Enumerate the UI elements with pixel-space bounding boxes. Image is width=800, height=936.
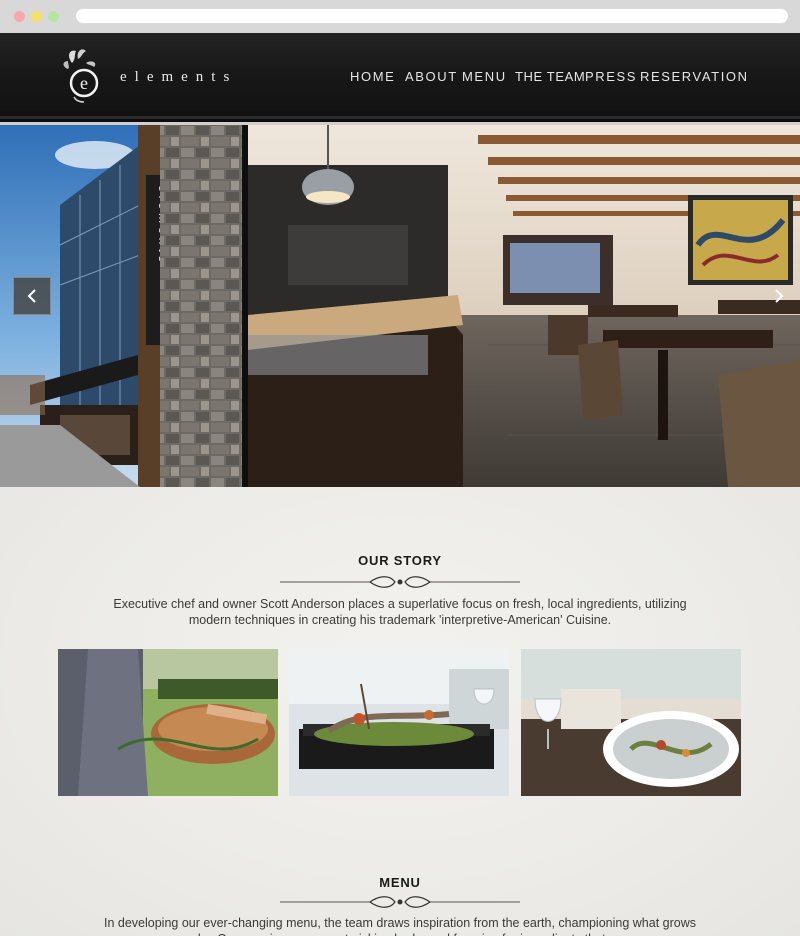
menu-section-text: In developing our ever-changing menu, th… <box>104 916 696 936</box>
svg-text:e: e <box>80 73 88 93</box>
address-bar[interactable] <box>76 9 788 23</box>
hero-slider: elements <box>0 125 800 487</box>
slider-next-button[interactable] <box>760 277 798 315</box>
nav-home[interactable]: HOME <box>350 69 395 84</box>
slider-prev-button[interactable] <box>13 277 51 315</box>
logo-icon[interactable]: e <box>62 45 102 103</box>
maximize-window-dot[interactable] <box>48 11 59 22</box>
nav-menu[interactable]: MENU <box>462 69 507 84</box>
main-content: OUR STORY Executive chef and owner Scott… <box>0 487 800 936</box>
close-window-dot[interactable] <box>14 11 25 22</box>
nav-about[interactable]: ABOUT <box>405 69 458 84</box>
nav-reservation[interactable]: RESERVATION <box>640 69 749 84</box>
minimize-window-dot[interactable] <box>31 11 42 22</box>
story-photo-plate <box>521 649 741 796</box>
browser-chrome <box>0 0 800 33</box>
nav-the-team[interactable]: THE TEAM <box>515 69 585 84</box>
chevron-right-icon <box>775 289 784 303</box>
our-story-title: OUR STORY <box>358 553 442 568</box>
story-photo-basket <box>58 649 278 796</box>
site-header: e elements HOME ABOUT MENU THE TEAM PRES… <box>0 33 800 122</box>
hero-interior-image <box>248 125 800 487</box>
chevron-left-icon <box>27 289 36 303</box>
our-story-text: Executive chef and owner Scott Anderson … <box>113 597 687 627</box>
menu-section-title: MENU <box>379 875 421 890</box>
divider-ornament-icon <box>280 896 520 908</box>
brand-name[interactable]: elements <box>120 69 237 86</box>
story-photo-dish <box>289 649 509 796</box>
nav-press[interactable]: PRESS <box>585 69 637 84</box>
divider-ornament-icon <box>280 576 520 588</box>
